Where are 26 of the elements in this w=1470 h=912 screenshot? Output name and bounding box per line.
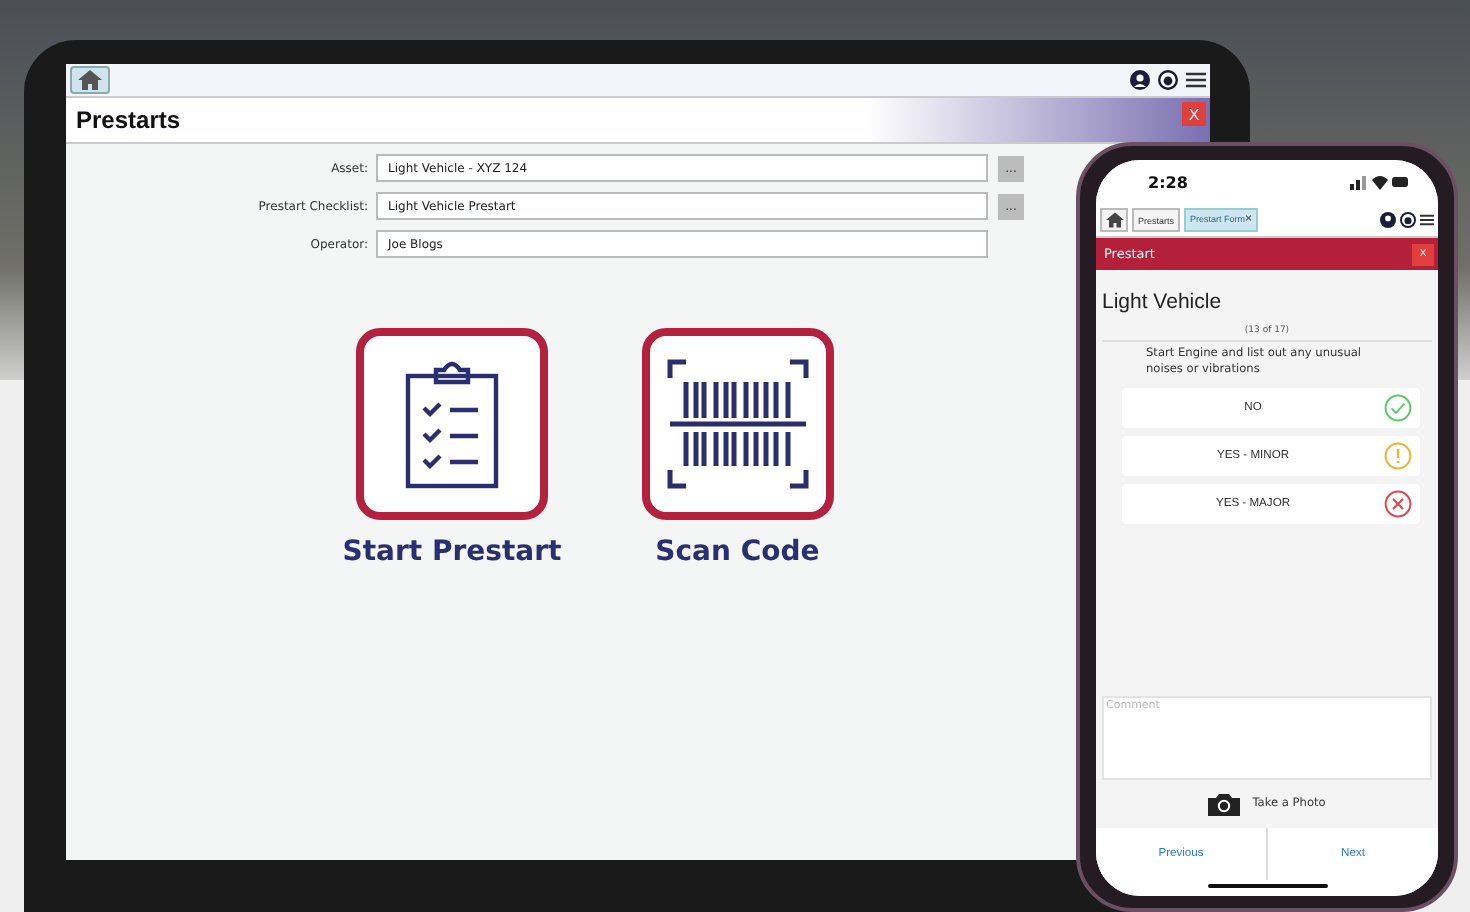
home-icon	[78, 70, 102, 90]
home-indicator	[1207, 884, 1327, 888]
home-button[interactable]	[1100, 208, 1128, 232]
camera-icon[interactable]	[1208, 792, 1241, 816]
support-icon[interactable]	[1158, 70, 1178, 90]
menu-icon[interactable]	[1420, 214, 1434, 226]
barcode-scan-icon	[665, 358, 810, 490]
status-time: 2:28	[1148, 173, 1188, 191]
action-tile[interactable]	[641, 328, 834, 520]
clipboard-checklist-icon	[402, 358, 502, 490]
checklist-title: Light Vehicle	[1102, 290, 1224, 314]
exclamation-circle-icon	[1384, 441, 1412, 470]
menu-icon[interactable]	[1186, 72, 1206, 88]
action-label[interactable]: Start Prestart	[342, 536, 562, 568]
support-icon[interactable]	[1400, 212, 1416, 228]
action-tile[interactable]	[356, 328, 548, 520]
close-button[interactable]: X	[1182, 102, 1206, 126]
user-icon[interactable]	[1380, 212, 1396, 228]
home-icon	[1105, 212, 1123, 228]
page-title: Prestarts	[76, 106, 181, 134]
action-label[interactable]: Scan Code	[655, 536, 820, 568]
x-circle-icon	[1384, 489, 1412, 518]
user-icon[interactable]	[1130, 70, 1150, 90]
status-icons	[1350, 174, 1410, 190]
home-button[interactable]	[70, 66, 110, 94]
check-circle-icon	[1384, 393, 1412, 422]
